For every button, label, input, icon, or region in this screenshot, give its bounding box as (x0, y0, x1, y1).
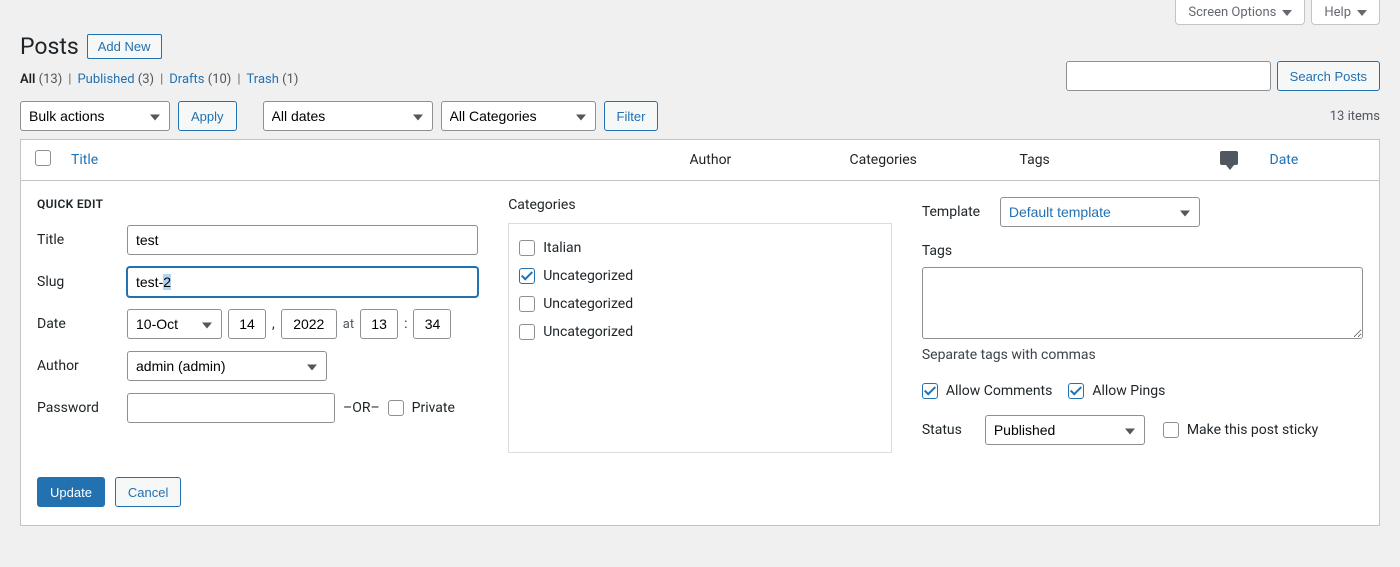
update-button[interactable]: Update (37, 477, 105, 507)
year-input[interactable] (281, 309, 337, 339)
category-item[interactable]: Italian (519, 234, 881, 262)
filter-all[interactable]: All (13) (20, 72, 62, 87)
posts-table: Title Author Categories Tags Date Quick … (20, 139, 1380, 526)
page-title: Posts (20, 33, 79, 60)
filter-trash[interactable]: Trash (1) (247, 72, 299, 87)
at-text: at (343, 317, 354, 332)
password-input[interactable] (127, 393, 335, 423)
category-checkbox[interactable] (519, 296, 535, 312)
search-input[interactable] (1066, 61, 1271, 91)
bulk-actions-select[interactable]: Bulk actions (20, 101, 170, 131)
author-label: Author (37, 358, 119, 374)
minute-input[interactable] (413, 309, 451, 339)
template-label: Template (922, 204, 992, 220)
title-input[interactable] (127, 225, 478, 255)
private-label: Private (412, 400, 455, 416)
screen-options-label: Screen Options (1188, 5, 1276, 20)
cancel-button[interactable]: Cancel (115, 477, 181, 507)
status-label: Status (922, 422, 977, 438)
allow-pings-checkbox[interactable] (1068, 383, 1084, 399)
template-select[interactable]: Default template (1000, 197, 1200, 227)
month-select[interactable]: 10-Oct (127, 309, 222, 339)
title-label: Title (37, 232, 119, 248)
date-label: Date (37, 316, 119, 332)
comment-icon (1220, 151, 1238, 165)
slug-input[interactable] (127, 267, 478, 297)
hour-input[interactable] (360, 309, 398, 339)
select-all-checkbox[interactable] (35, 150, 51, 166)
status-select[interactable]: Published (985, 415, 1145, 445)
chevron-down-icon (1282, 10, 1292, 16)
add-new-button[interactable]: Add New (87, 34, 162, 59)
category-checkbox[interactable] (519, 268, 535, 284)
category-checkbox[interactable] (519, 240, 535, 256)
category-label: Uncategorized (543, 268, 633, 284)
col-comments[interactable] (1210, 140, 1260, 181)
category-item[interactable]: Uncategorized (519, 290, 881, 318)
private-checkbox[interactable] (388, 400, 404, 416)
categories-label: Categories (508, 197, 892, 213)
day-input[interactable] (228, 309, 266, 339)
col-author: Author (680, 140, 840, 181)
tags-label: Tags (922, 243, 1363, 259)
slug-label: Slug (37, 274, 119, 290)
tags-hint: Separate tags with commas (922, 347, 1363, 363)
category-item[interactable]: Uncategorized (519, 262, 881, 290)
items-count: 13 items (1330, 109, 1380, 124)
allow-pings-field[interactable]: Allow Pings (1068, 383, 1165, 399)
col-tags: Tags (1010, 140, 1210, 181)
help-tab[interactable]: Help (1311, 0, 1380, 25)
sticky-field[interactable]: Make this post sticky (1163, 422, 1318, 438)
chevron-down-icon (1357, 10, 1367, 16)
col-title[interactable]: Title (61, 140, 680, 181)
help-label: Help (1324, 5, 1351, 20)
col-categories: Categories (840, 140, 1010, 181)
category-checkbox[interactable] (519, 324, 535, 340)
category-label: Italian (543, 240, 581, 256)
categories-box: Italian Uncategorized Uncategorized (508, 223, 892, 453)
author-select[interactable]: admin (admin) (127, 351, 327, 381)
password-label: Password (37, 400, 119, 416)
filter-drafts[interactable]: Drafts (10) (169, 72, 231, 87)
filter-button[interactable]: Filter (604, 101, 659, 131)
apply-button[interactable]: Apply (178, 101, 237, 131)
or-text: –OR– (343, 400, 380, 416)
allow-comments-field[interactable]: Allow Comments (922, 383, 1053, 399)
dates-select[interactable]: All dates (263, 101, 433, 131)
category-label: Uncategorized (543, 296, 633, 312)
sticky-checkbox[interactable] (1163, 422, 1179, 438)
categories-select[interactable]: All Categories (441, 101, 596, 131)
category-label: Uncategorized (543, 324, 633, 340)
quick-edit-heading: Quick Edit (37, 197, 478, 211)
quick-edit-row: Quick Edit Title Slug (21, 181, 1380, 526)
filter-published[interactable]: Published (3) (77, 72, 154, 87)
allow-comments-checkbox[interactable] (922, 383, 938, 399)
col-date[interactable]: Date (1260, 140, 1380, 181)
screen-options-tab[interactable]: Screen Options (1175, 0, 1305, 25)
tags-textarea[interactable] (922, 267, 1363, 339)
search-posts-button[interactable]: Search Posts (1277, 61, 1380, 91)
category-item[interactable]: Uncategorized (519, 318, 881, 346)
